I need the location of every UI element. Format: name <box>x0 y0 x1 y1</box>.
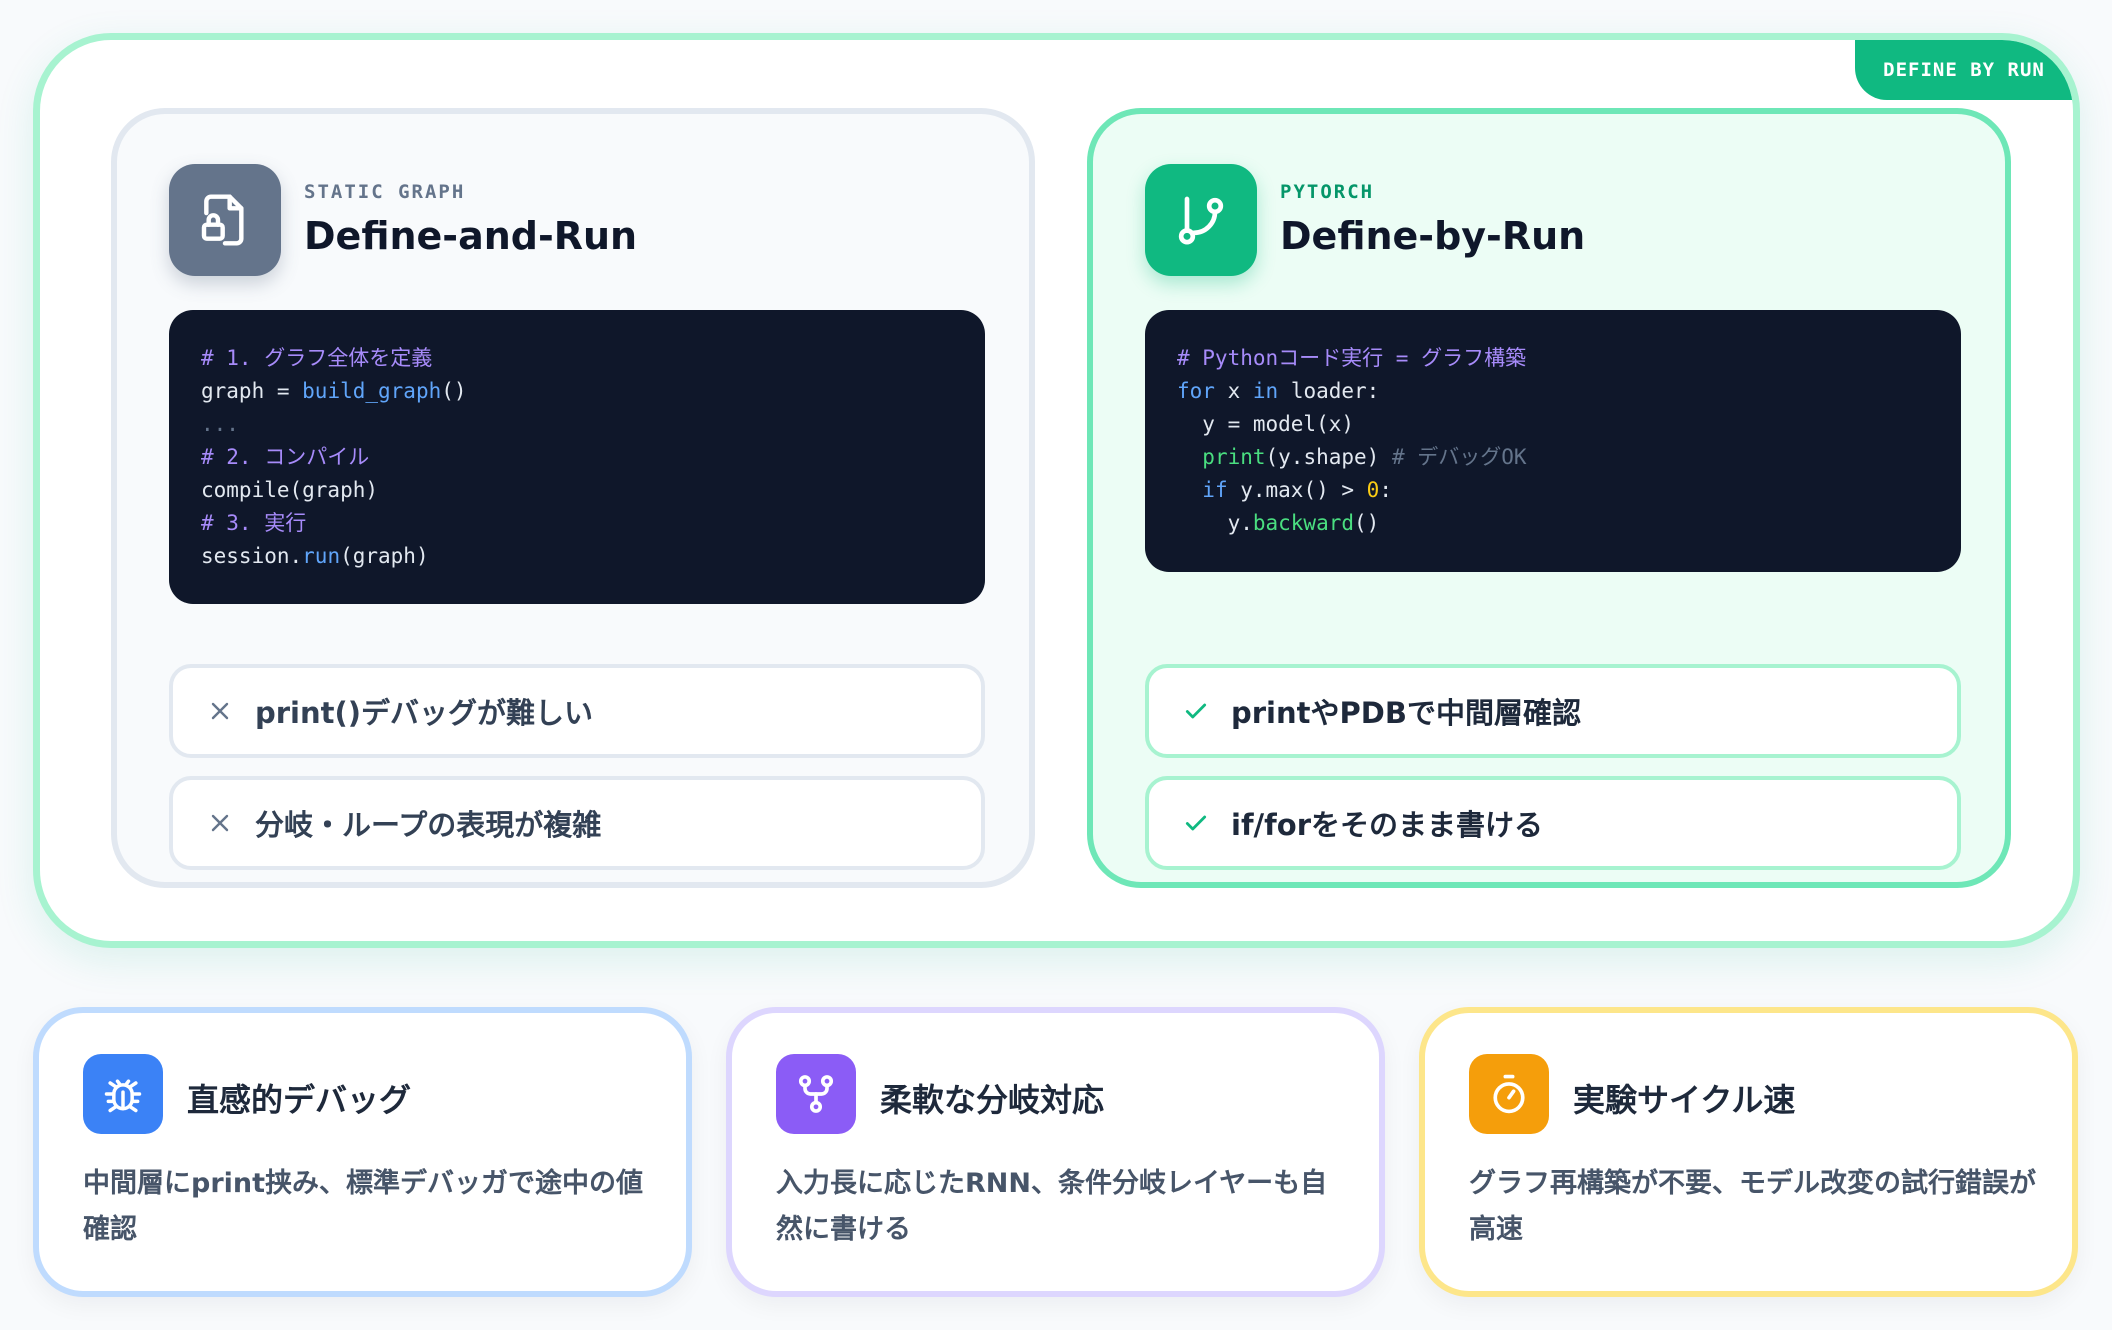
check-icon <box>1181 808 1211 838</box>
define-by-run-badge: DEFINE BY RUN <box>1855 40 2073 100</box>
static-kicker: STATIC GRAPH <box>304 181 466 203</box>
code-line: print(y.shape) # デバッグOK <box>1202 445 1527 469</box>
x-icon <box>205 808 235 838</box>
comparison-panel: DEFINE BY RUN STATIC GRAPH Define-and-Ru… <box>33 33 2080 948</box>
git-branch-icon <box>1145 164 1257 276</box>
feature-card-debug: 直感的デバッグ 中間層にprint挟み、標準デバッガで途中の値確認 <box>33 1007 692 1297</box>
pytorch-point: if/forをそのまま書ける <box>1145 776 1961 870</box>
feature-desc: 入力長に応じたRNN、条件分岐レイヤーも自然に書ける <box>776 1168 1328 1245</box>
code-line: for x in loader: <box>1177 379 1380 403</box>
feature-title: 実験サイクル速 <box>1573 1081 1796 1119</box>
pytorch-kicker: PYTORCH <box>1280 181 1375 203</box>
static-graph-card: STATIC GRAPH Define-and-Run # 1. グラフ全体を定… <box>111 108 1035 888</box>
code-line: ... <box>201 412 239 436</box>
check-icon <box>1181 696 1211 726</box>
file-lock-icon <box>169 164 281 276</box>
feature-card-speed: 実験サイクル速 グラフ再構築が不要、モデル改変の試行錯誤が高速 <box>1419 1007 2078 1297</box>
code-line: # 2. コンパイル <box>201 445 370 469</box>
x-icon <box>205 696 235 726</box>
code-line: # Pythonコード実行 = グラフ構築 <box>1177 346 1527 370</box>
feature-desc: グラフ再構築が不要、モデル改変の試行錯誤が高速 <box>1469 1168 2036 1245</box>
pytorch-title: Define-by-Run <box>1280 214 1586 258</box>
feature-card-branch: 柔軟な分岐対応 入力長に応じたRNN、条件分岐レイヤーも自然に書ける <box>726 1007 1385 1297</box>
static-point-label: print()デバッグが難しい <box>255 696 594 730</box>
code-line: compile(graph) <box>201 478 379 502</box>
branch-fork-icon <box>776 1054 856 1134</box>
pytorch-point: printやPDBで中間層確認 <box>1145 664 1961 758</box>
feature-desc: 中間層にprint挟み、標準デバッガで途中の値確認 <box>83 1168 644 1245</box>
feature-title: 柔軟な分岐対応 <box>880 1081 1105 1119</box>
code-line: session.run(graph) <box>201 544 429 568</box>
code-line: y.backward() <box>1177 511 1380 535</box>
pytorch-card: PYTORCH Define-by-Run # Pythonコード実行 = グラ… <box>1087 108 2011 888</box>
static-point: 分岐・ループの表現が複雑 <box>169 776 985 870</box>
stopwatch-icon <box>1469 1054 1549 1134</box>
static-title: Define-and-Run <box>304 214 638 258</box>
pytorch-code-block: # Pythonコード実行 = グラフ構築 for x in loader: y… <box>1145 310 1961 572</box>
pytorch-point-label: if/forをそのまま書ける <box>1231 808 1543 842</box>
pytorch-point-label: printやPDBで中間層確認 <box>1231 696 1581 730</box>
bug-icon <box>83 1054 163 1134</box>
feature-title: 直感的デバッグ <box>187 1081 412 1119</box>
static-point: print()デバッグが難しい <box>169 664 985 758</box>
code-line: graph = build_graph() <box>201 379 467 403</box>
static-code-block: # 1. グラフ全体を定義 graph = build_graph() ... … <box>169 310 985 604</box>
code-line: y = model(x) <box>1177 412 1355 436</box>
static-point-label: 分岐・ループの表現が複雑 <box>255 808 602 842</box>
code-line: if y.max() > 0: <box>1202 478 1392 502</box>
code-line: # 1. グラフ全体を定義 <box>201 346 433 370</box>
code-line: # 3. 実行 <box>201 511 307 535</box>
